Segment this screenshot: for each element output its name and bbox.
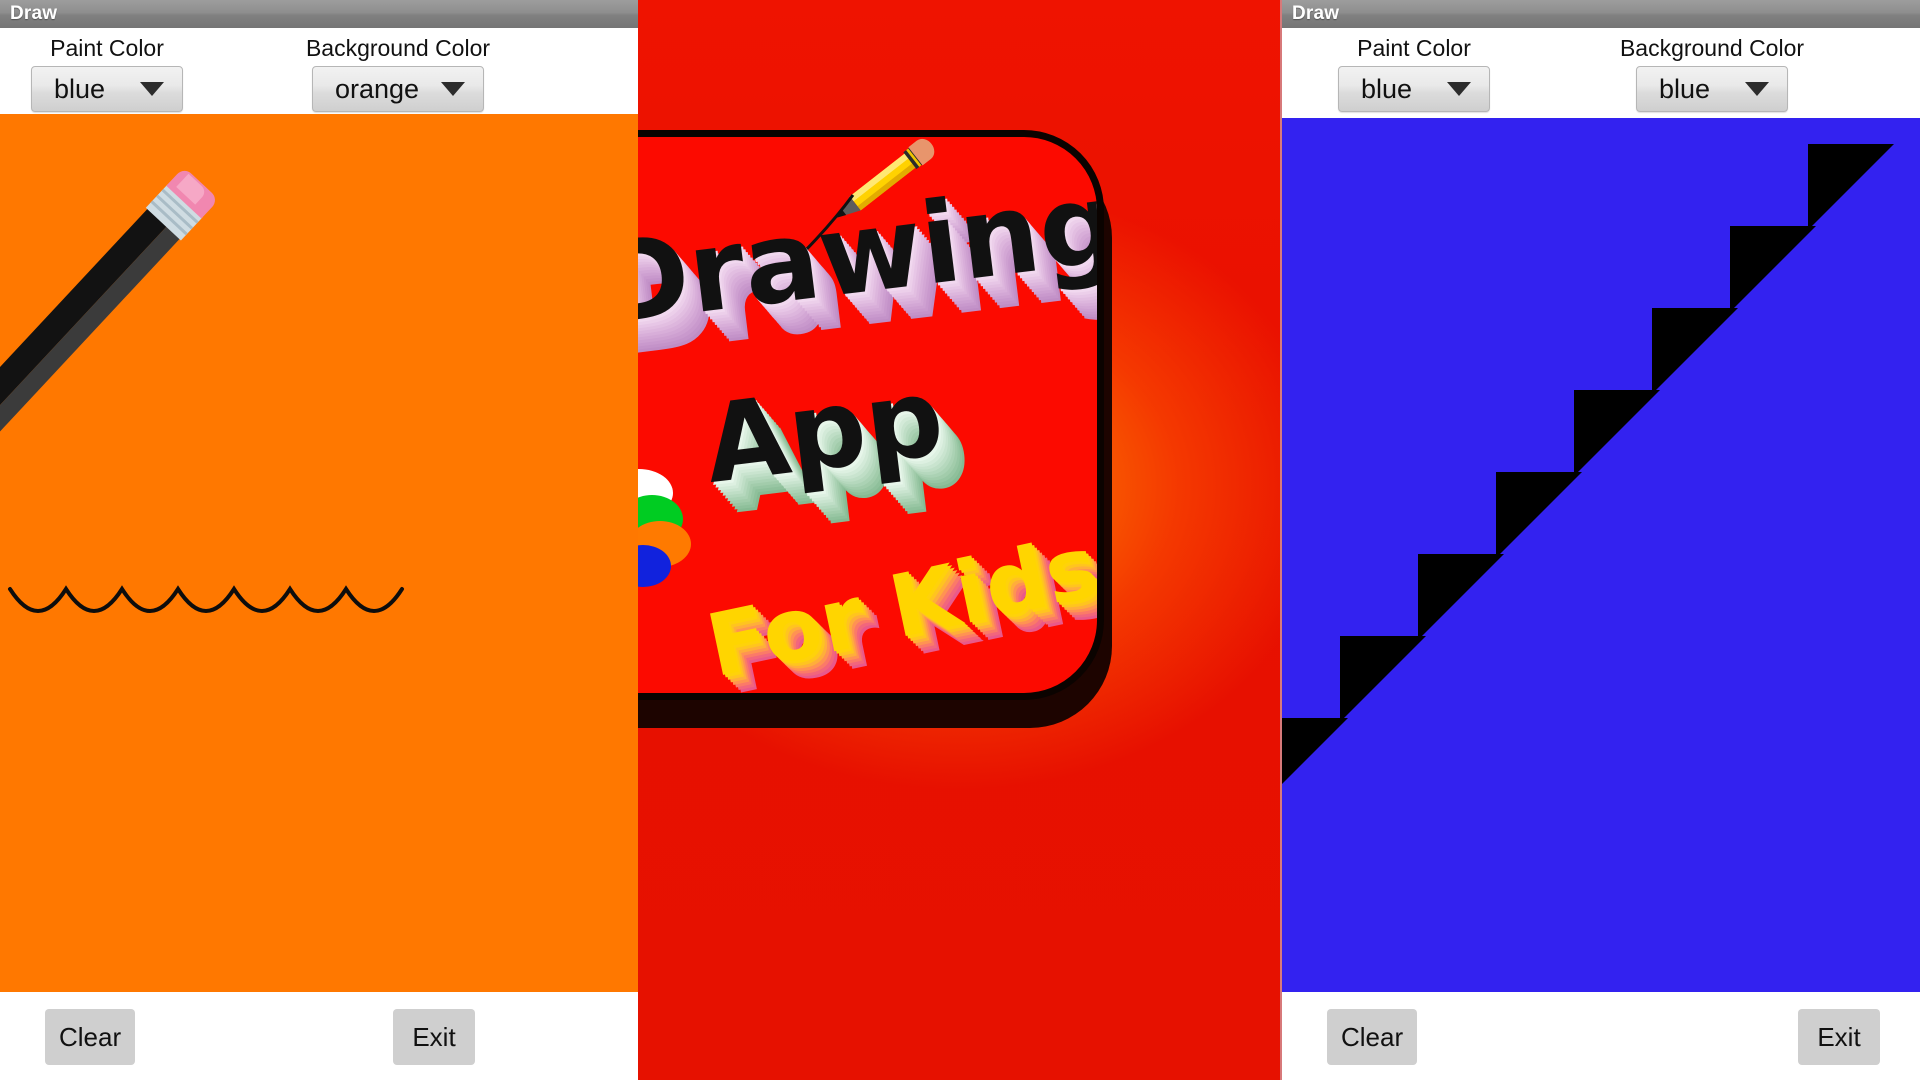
zigzag-tooth [1652,308,1738,394]
paint-color-label: Paint Color [50,35,164,61]
paint-color-dropdown[interactable]: blue [31,66,183,112]
app-icon-card: Drawing App For Kids [638,130,1104,700]
logo-subtitle-for-kids: For Kids [698,516,1104,698]
chevron-down-icon [140,82,164,96]
app-icon-artwork: Drawing App For Kids [638,130,1118,728]
chevron-down-icon [441,82,466,96]
pencil-icon [0,170,215,458]
zigzag-stroke [1282,144,1894,784]
logo-title-app: App [698,354,950,509]
titlebar-right: Draw [1282,0,1920,28]
screenshot-root: Draw Paint Color blue Background Color o… [0,0,1920,1080]
background-color-label: Background Color [1619,35,1805,61]
logo-color-palette-icon [638,469,699,589]
drawing-canvas-left[interactable] [0,114,638,992]
background-color-value: orange [334,73,420,104]
background-color-dropdown[interactable]: blue [1636,66,1788,112]
zigzag-tooth [1808,144,1894,230]
zigzag-tooth [1340,636,1426,722]
background-color-dropdown[interactable]: orange [311,66,485,112]
paint-color-value: blue [54,73,106,104]
control-bar-right: Paint Color blue Background Color blue [1282,28,1920,118]
wavy-stroke [8,585,404,613]
background-color-group: Background Color orange [298,34,498,112]
paint-color-group: Paint Color blue [22,34,192,112]
bottom-bar-right: Clear Exit [1282,992,1920,1080]
draw-app-window-right: Draw Paint Color blue Background Color b… [1280,0,1920,1080]
control-bar-left: Paint Color blue Background Color orange [0,28,638,114]
clear-button[interactable]: Clear [45,1009,136,1065]
zigzag-tooth [1496,472,1582,558]
exit-button[interactable]: Exit [1798,1009,1880,1065]
paint-color-label: Paint Color [1357,35,1471,61]
chevron-down-icon [1447,82,1471,96]
chevron-down-icon [1745,82,1769,96]
titlebar-left: Draw [0,0,638,28]
paint-color-dropdown[interactable]: blue [1338,66,1490,112]
app-icon-panel: Drawing App For Kids [638,0,1280,1080]
zigzag-tooth [1730,226,1816,312]
pencil-icon [1282,118,1342,251]
canvas-artwork-right [1282,118,1894,784]
drawing-canvas-right[interactable] [1282,118,1920,992]
window-title: Draw [1292,3,1340,24]
window-title: Draw [10,3,58,24]
paint-color-group: Paint Color blue [1324,34,1504,112]
exit-button[interactable]: Exit [393,1009,475,1065]
background-color-value: blue [1659,73,1711,104]
clear-button[interactable]: Clear [1327,1009,1418,1065]
bottom-bar-left: Clear Exit [0,992,638,1080]
zigzag-tooth [1574,390,1660,476]
zigzag-tooth [1282,718,1348,784]
canvas-artwork-left [0,170,404,613]
logo-title-drawing: Drawing [638,157,1104,351]
paint-color-value: blue [1361,73,1413,104]
background-color-label: Background Color [305,35,491,61]
background-color-group: Background Color blue [1602,34,1822,112]
draw-app-window-left: Draw Paint Color blue Background Color o… [0,0,638,1080]
zigzag-tooth [1418,554,1504,640]
